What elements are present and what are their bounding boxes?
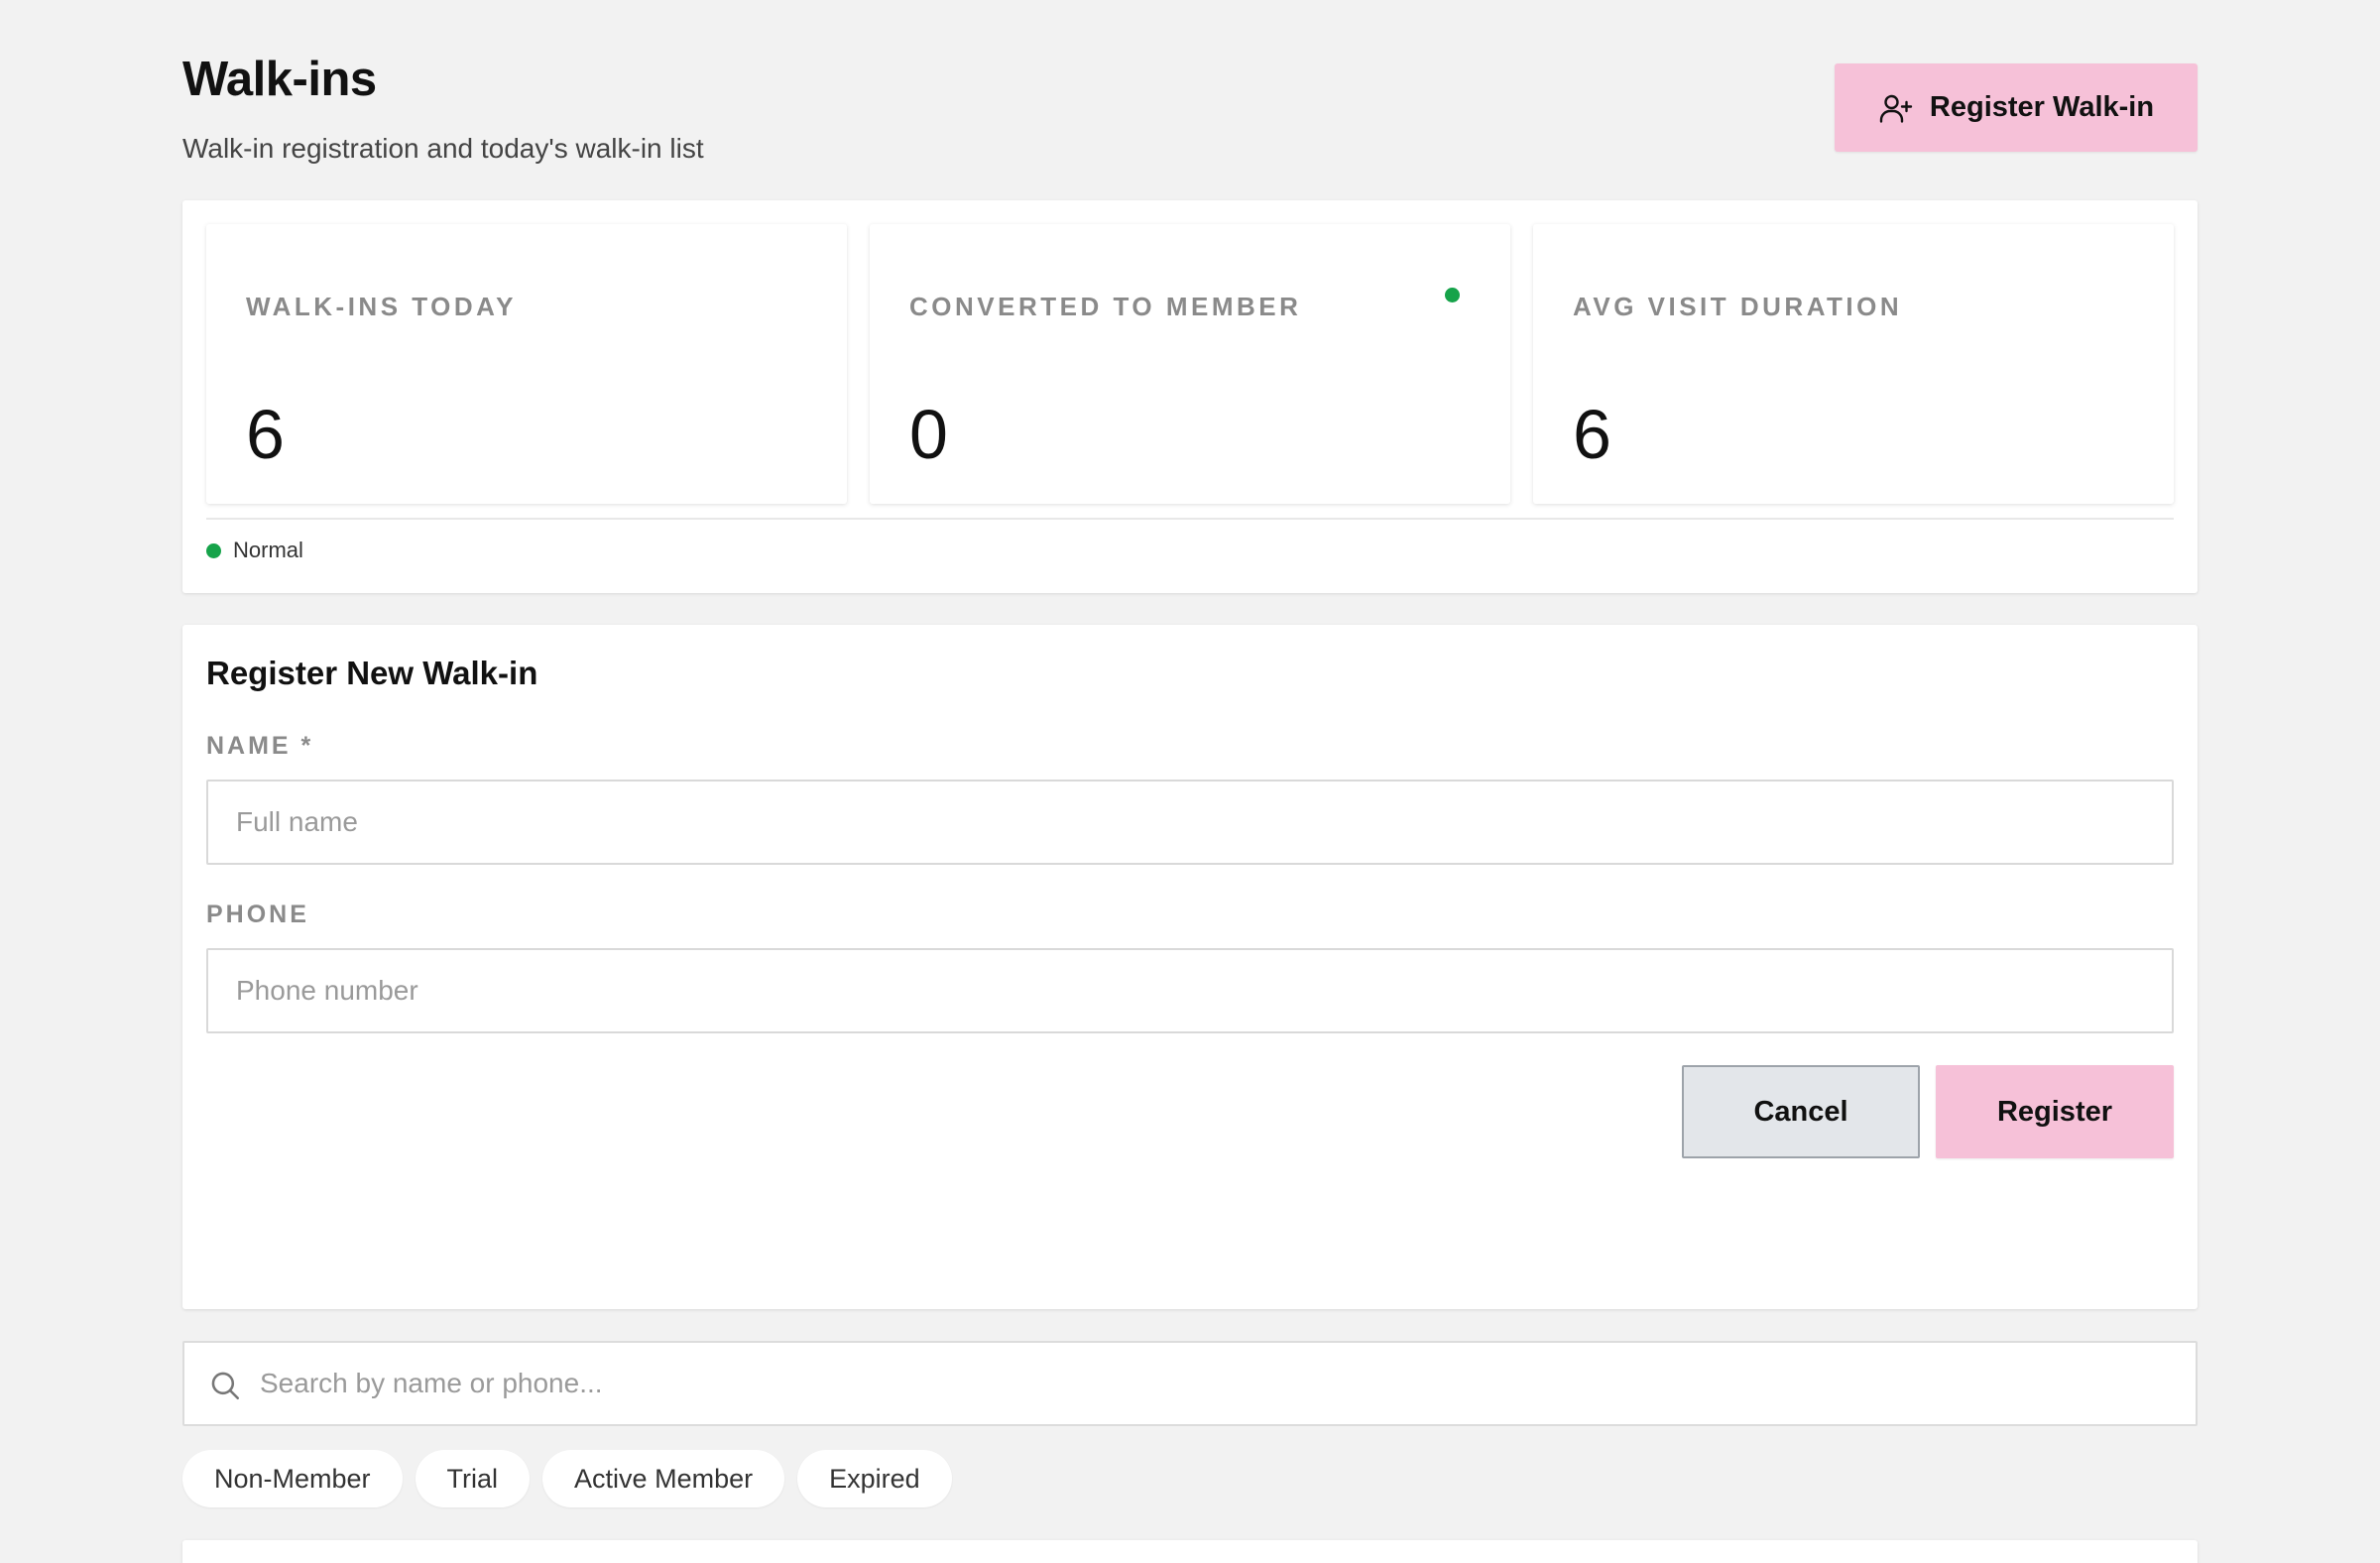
phone-label: PHONE	[206, 901, 309, 928]
form-title: Register New Walk-in	[206, 655, 538, 691]
cancel-button[interactable]: Cancel	[1682, 1065, 1920, 1158]
stat-value: 6	[246, 396, 285, 473]
status-legend: Normal	[206, 538, 303, 563]
stat-label: WALK-INS TODAY	[246, 292, 517, 321]
stat-walk-ins-today: WALK-INS TODAY 6	[206, 224, 847, 504]
register-walk-in-form: Register New Walk-in NAME * PHONE Cancel…	[182, 625, 2198, 1309]
page-title: Walk-ins	[182, 53, 377, 106]
filter-chip-non-member[interactable]: Non-Member	[182, 1450, 403, 1507]
stat-label: AVG VISIT DURATION	[1573, 292, 1903, 321]
search-bar	[182, 1341, 2198, 1426]
status-dot-icon	[206, 542, 221, 558]
filter-chips: Non-Member Trial Active Member Expired	[182, 1450, 952, 1507]
register-walk-in-button[interactable]: Register Walk-in	[1835, 63, 2198, 152]
name-field[interactable]	[206, 780, 2174, 865]
stat-converted-to-member: CONVERTED TO MEMBER 0	[870, 224, 1510, 504]
filter-chip-active-member[interactable]: Active Member	[542, 1450, 785, 1507]
user-plus-icon	[1879, 94, 1913, 123]
status-dot-icon	[1445, 288, 1460, 302]
page-subtitle: Walk-in registration and today's walk-in…	[182, 133, 704, 164]
stat-avg-visit-duration: AVG VISIT DURATION 6	[1533, 224, 2174, 504]
legend-label: Normal	[233, 538, 303, 562]
register-walk-in-label: Register Walk-in	[1929, 91, 2155, 123]
register-button[interactable]: Register	[1936, 1065, 2174, 1158]
walk-in-list-card	[182, 1540, 2198, 1563]
stat-value: 6	[1573, 396, 1611, 473]
search-input[interactable]	[260, 1343, 2184, 1424]
divider	[206, 518, 2174, 520]
stat-label: CONVERTED TO MEMBER	[909, 292, 1302, 321]
filter-chip-trial[interactable]: Trial	[415, 1450, 531, 1507]
stat-value: 0	[909, 396, 948, 473]
filter-chip-expired[interactable]: Expired	[797, 1450, 952, 1507]
search-icon	[211, 1372, 240, 1400]
phone-field[interactable]	[206, 948, 2174, 1033]
walk-ins-page: Walk-ins Walk-in registration and today'…	[0, 0, 2380, 1563]
stats-panel: WALK-INS TODAY 6 CONVERTED TO MEMBER 0 A…	[182, 200, 2198, 593]
name-label: NAME *	[206, 732, 314, 760]
